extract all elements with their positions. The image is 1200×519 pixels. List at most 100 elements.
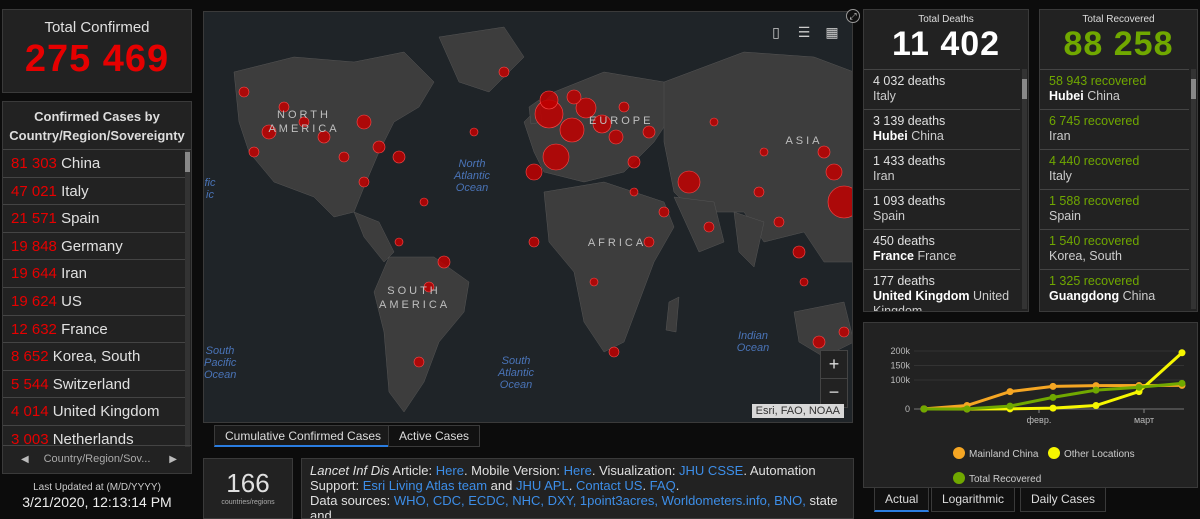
recovered-item[interactable]: 58 943 recovered Hubei China [1040,69,1189,109]
tab-active-cases[interactable]: Active Cases [388,425,481,447]
country-row[interactable]: 21 571 Spain [3,205,186,233]
zoom-in-button[interactable]: + [821,351,847,379]
world-map[interactable]: North Atlantic Ocean South Atlantic Ocea… [203,11,853,423]
case-marker[interactable] [338,151,350,163]
country-row[interactable]: 19 624 US [3,288,186,316]
item-count: 1 325 recovered [1049,274,1140,288]
country-row[interactable]: 47 021 Italy [3,178,186,206]
recovered-item[interactable]: 1 588 recovered Spain [1040,189,1189,229]
case-marker[interactable] [589,277,599,287]
tab-cumulative-confirmed[interactable]: Cumulative Confirmed Cases [214,425,393,447]
faq-link[interactable]: FAQ [650,478,676,493]
death-item[interactable]: 4 032 deaths Italy [864,69,1020,109]
chevron-right-icon[interactable]: ▶ [169,446,177,473]
country-count: 8 652 [11,348,49,366]
list-icon[interactable]: ☰ [792,20,816,44]
tab-daily-cases[interactable]: Daily Cases [1020,487,1107,512]
case-marker[interactable] [608,129,624,145]
case-marker[interactable] [358,176,370,188]
recovered-item[interactable]: 6 745 recovered Iran [1040,109,1189,149]
item-region: Hubei [873,129,908,143]
death-item[interactable]: 1 093 deaths Spain [864,189,1020,229]
mobile-version-link[interactable]: Here [564,463,592,478]
country-row[interactable]: 19 848 Germany [3,233,186,261]
recovered-list[interactable]: 58 943 recovered Hubei China 6 745 recover… [1040,69,1189,311]
country-list-scrollbar[interactable] [185,150,190,447]
country-row[interactable]: 5 544 Switzerland [3,371,186,399]
data-point [1049,404,1057,412]
info-text: . Visualization: [591,463,680,478]
death-item[interactable]: 450 deaths France France [864,229,1020,269]
case-marker[interactable] [437,255,451,269]
zoom-controls: + − [820,350,848,408]
case-marker[interactable] [528,236,540,248]
case-marker[interactable] [525,163,543,181]
case-marker[interactable] [394,237,404,247]
jhu-csse-link[interactable]: JHU CSSE [679,463,743,478]
contact-link[interactable]: Contact US [576,478,642,493]
tab-logarithmic[interactable]: Logarithmic [931,487,1016,512]
case-marker[interactable] [392,150,406,164]
case-marker[interactable] [539,90,559,110]
case-marker[interactable] [559,117,585,143]
case-marker[interactable] [372,140,386,154]
recovered-item[interactable]: 1 325 recovered Guangdong China [1040,269,1189,309]
data-point [1049,382,1057,390]
case-marker[interactable] [542,143,570,171]
bookmark-icon[interactable]: ▯ [764,20,788,44]
country-list[interactable]: 81 303 China 47 021 Italy 21 571 Spain 19 8… [3,150,186,447]
case-marker[interactable] [618,101,630,113]
case-marker[interactable] [753,186,765,198]
case-marker[interactable] [799,277,809,287]
case-marker[interactable] [812,335,826,349]
case-marker[interactable] [419,197,429,207]
qr-icon[interactable]: ▦ [820,20,844,44]
deaths-scrollbar[interactable] [1022,69,1027,309]
case-marker[interactable] [566,89,582,105]
article-link[interactable]: Here [436,463,464,478]
case-marker[interactable] [498,66,510,78]
item-region: Guangdong [1049,289,1120,303]
death-item[interactable]: 177 deaths United Kingdom United Kingdom [864,269,1020,311]
tab-actual[interactable]: Actual [874,487,930,512]
case-marker[interactable] [658,206,670,218]
case-marker[interactable] [838,326,850,338]
case-marker[interactable] [356,114,372,130]
jhu-apl-link[interactable]: JHU APL [516,478,569,493]
country-row[interactable]: 8 652 Korea, South [3,343,186,371]
expand-icon[interactable]: ⤢ [846,9,860,23]
esri-link[interactable]: Esri Living Atlas team [363,478,487,493]
case-marker[interactable] [709,117,719,127]
case-marker[interactable] [677,170,701,194]
death-item[interactable]: 3 139 deaths Hubei China [864,109,1020,149]
recovered-item[interactable]: 1 540 recovered Korea, South [1040,229,1189,269]
info-text: Data sources: [310,493,394,508]
recovered-item[interactable]: 4 440 recovered Italy [1040,149,1189,189]
data-sources-links[interactable]: WHO, CDC, ECDC, NHC, DXY, 1point3acres, … [394,493,806,508]
case-marker[interactable] [759,147,769,157]
legend-label: Total Recovered [969,474,1041,485]
country-row[interactable]: 19 644 Iran [3,260,186,288]
case-marker[interactable] [238,86,250,98]
recovered-scrollbar[interactable] [1191,69,1196,309]
case-marker[interactable] [792,245,806,259]
country-row[interactable]: 81 303 China [3,150,186,178]
item-count: 58 943 recovered [1049,74,1147,88]
chevron-left-icon[interactable]: ◀ [21,446,29,473]
death-item[interactable]: 1 433 deaths Iran [864,149,1020,189]
case-marker[interactable] [703,221,715,233]
case-marker[interactable] [773,216,785,228]
case-marker[interactable] [469,127,479,137]
case-marker[interactable] [413,356,425,368]
zoom-out-button[interactable]: − [821,379,847,407]
country-list-footer[interactable]: ◀ Country/Region/Sov... ▶ [3,445,191,473]
country-row[interactable]: 4 014 United Kingdom [3,398,186,426]
country-row[interactable]: 3 003 Netherlands [3,426,186,447]
deaths-list[interactable]: 4 032 deaths Italy 3 139 deaths Hubei China… [864,69,1020,311]
case-marker[interactable] [825,163,843,181]
case-marker[interactable] [248,146,260,158]
case-marker[interactable] [629,187,639,197]
case-marker[interactable] [608,346,620,358]
case-marker[interactable] [627,155,641,169]
country-row[interactable]: 12 632 France [3,316,186,344]
